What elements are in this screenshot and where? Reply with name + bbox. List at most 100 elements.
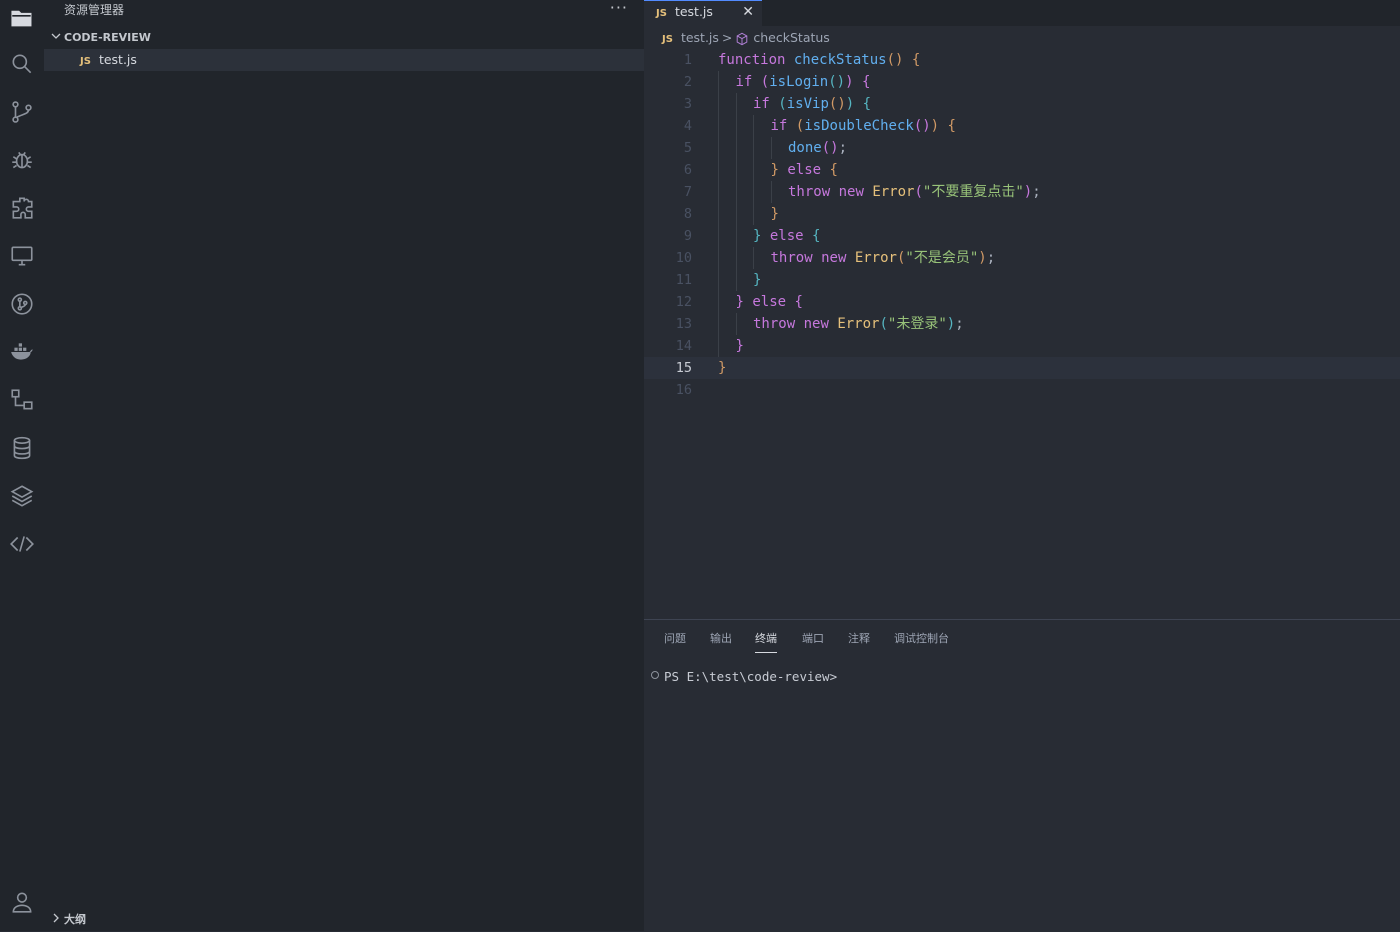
tab-terminal[interactable]: 终端 — [755, 630, 777, 653]
code-token: ; — [955, 316, 964, 332]
code-token: new — [821, 250, 847, 266]
remote-explorer-icon[interactable] — [6, 240, 38, 272]
code-line[interactable]: 13 throw new Error("未登录"); — [644, 313, 1400, 335]
chevron-right-icon — [48, 909, 64, 931]
tab-label: test.js — [674, 4, 713, 19]
code-line[interactable]: 15} — [644, 357, 1400, 379]
indent-guide — [753, 181, 754, 203]
code-line[interactable]: 3 if (isVip()) { — [644, 93, 1400, 115]
code-token: if — [753, 96, 770, 112]
database-icon[interactable] — [6, 432, 38, 464]
code-token: } — [718, 360, 727, 376]
code-text: } — [718, 357, 726, 379]
code-token: ( — [760, 74, 770, 90]
terminal-prompt[interactable]: PS E:\test\code-review> — [664, 669, 837, 684]
extensions-icon[interactable] — [6, 192, 38, 224]
code-line[interactable]: 4 if (isDoubleCheck()) { — [644, 115, 1400, 137]
code-token: () — [828, 96, 846, 112]
tab-comments[interactable]: 注释 — [848, 630, 870, 652]
code-line[interactable]: 7 throw new Error("不要重复点击"); — [644, 181, 1400, 203]
indent-guide — [718, 247, 719, 269]
code-text: if (isDoubleCheck()) { — [771, 115, 956, 137]
indent-guide — [718, 269, 719, 291]
line-number: 10 — [675, 250, 692, 266]
indent-guide — [735, 181, 737, 203]
files-icon[interactable] — [6, 2, 38, 34]
code-token: ) — [845, 74, 854, 90]
code-line[interactable]: 11} — [644, 269, 1400, 291]
code-token: () — [821, 140, 839, 156]
indent-guide — [718, 203, 719, 225]
code-token: ( — [879, 316, 888, 332]
code-token: ( — [778, 96, 787, 112]
indent-guide — [735, 115, 737, 137]
search-icon[interactable] — [6, 48, 38, 80]
live-share-icon[interactable] — [6, 528, 38, 560]
account-icon[interactable] — [6, 886, 38, 918]
close-icon[interactable]: ✕ — [742, 1, 754, 23]
file-tree-item[interactable]: JS test.js — [44, 49, 644, 71]
docker-icon[interactable] — [6, 336, 38, 368]
code-token: else — [769, 228, 804, 244]
indent-guide — [753, 203, 754, 225]
code-line[interactable]: 16 — [644, 379, 1400, 401]
code-text: throw new Error("不要重复点击"); — [788, 181, 1041, 203]
code-line[interactable]: 12} else { — [644, 291, 1400, 313]
code-text: } else { — [753, 225, 820, 247]
breadcrumb: JS test.js > checkStatus — [644, 28, 830, 48]
tab-debug-console[interactable]: 调试控制台 — [894, 630, 949, 652]
code-line[interactable]: 10 throw new Error("不是会员"); — [644, 247, 1400, 269]
breadcrumb-file[interactable]: test.js — [681, 30, 719, 45]
code-text: } — [736, 335, 744, 357]
code-line[interactable]: 5 done(); — [644, 137, 1400, 159]
code-line[interactable]: 8} — [644, 203, 1400, 225]
layers-icon[interactable] — [6, 480, 38, 512]
code-text: done(); — [788, 137, 847, 159]
method-symbol-icon — [737, 32, 748, 45]
code-token: ) — [978, 250, 987, 266]
indent-guide — [735, 137, 737, 159]
explorer-sidebar: 资源管理器 ··· CODE-REVIEW JS test.js 大纲 — [44, 0, 644, 931]
flow-icon[interactable] — [6, 384, 38, 416]
code-line[interactable]: 9} else { — [644, 225, 1400, 247]
outline-section-header[interactable]: 大纲 — [44, 909, 644, 931]
code-line[interactable]: 14} — [644, 335, 1400, 357]
tab-problems[interactable]: 问题 — [664, 630, 686, 652]
git-graph-icon[interactable] — [6, 288, 38, 320]
code-token: "不要重复点击" — [922, 184, 1024, 200]
line-number: 16 — [675, 382, 692, 398]
indent-guide — [735, 247, 737, 269]
code-token: { — [829, 162, 838, 178]
more-actions-button[interactable]: ··· — [610, 0, 628, 20]
code-token: ; — [986, 250, 996, 266]
code-line[interactable]: 1 function checkStatus() { — [644, 49, 1400, 71]
js-file-icon: JS — [662, 34, 673, 45]
code-token: } — [753, 272, 762, 288]
workspace-folder-name: CODE-REVIEW — [64, 31, 151, 44]
code-token: ( — [914, 184, 923, 200]
tab-output[interactable]: 输出 — [710, 630, 732, 652]
code-editor[interactable]: 1 function checkStatus() {2 if (isLogin())… — [644, 49, 1400, 617]
editor-tab-bar: JS test.js ✕ — [644, 0, 1400, 26]
line-number: 4 — [683, 118, 692, 134]
indent-guide — [770, 137, 772, 159]
indent-guide — [718, 115, 719, 137]
workspace-folder-header[interactable]: CODE-REVIEW — [44, 27, 644, 49]
js-file-icon: JS — [656, 8, 667, 19]
indent-guide — [718, 335, 719, 357]
indent-guide — [735, 225, 737, 247]
debug-icon[interactable] — [6, 144, 38, 176]
editor-tab[interactable]: JS test.js ✕ — [644, 0, 762, 26]
source-control-icon[interactable] — [6, 96, 38, 128]
code-line[interactable]: 2 if (isLogin()) { — [644, 71, 1400, 93]
line-number: 5 — [683, 140, 692, 156]
breadcrumb-symbol[interactable]: checkStatus — [753, 30, 829, 45]
code-token: "不是会员" — [905, 250, 979, 266]
tab-ports[interactable]: 端口 — [802, 630, 824, 652]
code-token: () — [828, 74, 846, 90]
code-token: done — [788, 140, 822, 156]
code-line[interactable]: 6} else { — [644, 159, 1400, 181]
